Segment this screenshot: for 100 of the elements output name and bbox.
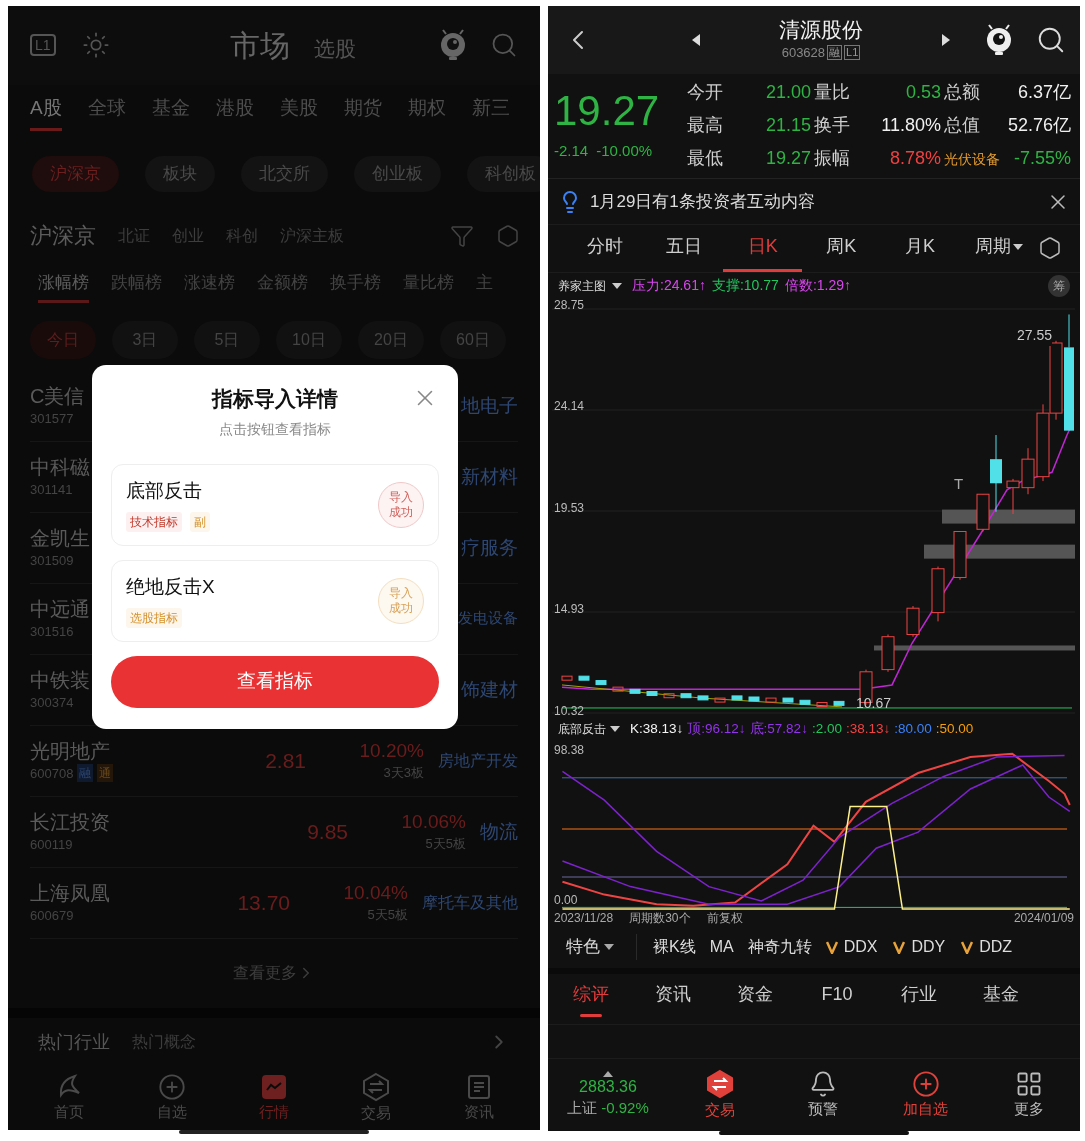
- ranking-tab[interactable]: 金额榜: [257, 270, 308, 303]
- nav-tab[interactable]: 资讯: [438, 1073, 519, 1124]
- market-tab[interactable]: 基金: [151, 93, 190, 132]
- feature-option[interactable]: MA: [709, 934, 734, 959]
- stock-code: 301509: [30, 551, 74, 570]
- industry-link[interactable]: 房地产开发: [438, 748, 518, 773]
- stock-code: 600679: [30, 906, 74, 925]
- indicator-tag: 副: [190, 511, 210, 532]
- market-tab[interactable]: 期货: [343, 93, 382, 132]
- period-chip[interactable]: 今日: [30, 321, 96, 360]
- info-tab[interactable]: 行业: [878, 973, 960, 1025]
- market-tab[interactable]: 新三: [471, 93, 510, 132]
- level-badge[interactable]: L1: [30, 34, 56, 57]
- board-chip[interactable]: 沪深京: [32, 155, 119, 192]
- stock-name[interactable]: 中科磁: [30, 454, 90, 480]
- industry-link[interactable]: 饰建材: [461, 675, 518, 705]
- period-tab[interactable]: 周K: [802, 225, 881, 272]
- indicator-readout: :2.00: [811, 719, 842, 738]
- period-tab[interactable]: 分时: [566, 225, 645, 272]
- main-indicator-selector[interactable]: 养家主图: [558, 276, 606, 295]
- info-tab[interactable]: F10: [796, 973, 878, 1025]
- period-tab[interactable]: 日K: [723, 225, 802, 272]
- stat-label: 最高: [687, 114, 723, 138]
- period-tab[interactable]: 周期: [959, 225, 1039, 272]
- nav-tab[interactable]: 交易: [336, 1072, 417, 1125]
- info-tab[interactable]: 基金: [960, 973, 1042, 1025]
- market-tab[interactable]: A股: [30, 93, 62, 132]
- stock-picker-tab[interactable]: 选股: [313, 33, 356, 68]
- industry-link[interactable]: 物流: [480, 817, 518, 847]
- ranking-tab[interactable]: 涨速榜: [184, 270, 235, 303]
- bottom-action[interactable]: 加自选: [874, 1069, 977, 1121]
- bottom-action[interactable]: 预警: [771, 1069, 874, 1121]
- stock-code: 301141: [30, 480, 73, 499]
- stock-price: 2.81: [264, 748, 306, 775]
- industry-link[interactable]: 发电设备: [458, 607, 518, 630]
- price-axis-label: 19.53: [554, 501, 585, 514]
- stock-name[interactable]: 中铁装: [30, 667, 90, 693]
- ranking-tab[interactable]: 换手榜: [330, 270, 381, 303]
- market-tab[interactable]: 期权: [407, 93, 446, 132]
- price-axis-label: 10.32: [554, 704, 585, 717]
- stock-name[interactable]: 长江投资: [30, 809, 110, 835]
- market-tab[interactable]: 美股: [279, 93, 318, 132]
- period-tab[interactable]: 五日: [644, 225, 724, 272]
- market-tab[interactable]: 港股: [215, 93, 254, 132]
- nav-tab[interactable]: 行情: [233, 1073, 314, 1124]
- ranking-tab[interactable]: 涨幅榜: [38, 270, 89, 303]
- dialog-title: 指标导入详情: [212, 386, 338, 412]
- indicator-readout: K:38.13↓: [630, 719, 684, 738]
- index-ticker[interactable]: 2883.36 上证 -0.92%: [548, 1070, 668, 1120]
- industry-link[interactable]: 摩托车及其他: [422, 890, 518, 915]
- stock-name[interactable]: 光明地产: [30, 738, 114, 764]
- stat-label: 振幅: [814, 147, 850, 171]
- industry-link[interactable]: 新材料: [461, 462, 518, 492]
- chip-distribution-button[interactable]: 筹: [1048, 274, 1070, 297]
- hot-tab[interactable]: 热门行业: [38, 1028, 110, 1056]
- indicator-tag: 选股指标: [126, 607, 182, 628]
- indicator-axis-label: 0.00: [554, 891, 578, 909]
- feature-menu[interactable]: 特色: [566, 934, 637, 960]
- nav-tab[interactable]: 自选: [131, 1073, 212, 1124]
- stock-name[interactable]: 中远通: [30, 596, 90, 622]
- indicator-readout: 压力:24.61↑: [632, 276, 706, 296]
- feature-option[interactable]: 裸K线: [653, 934, 696, 959]
- import-status-stamp: 导入成功: [378, 577, 424, 624]
- nav-tab[interactable]: 首页: [29, 1073, 110, 1124]
- stock-name[interactable]: 金凯生: [30, 525, 90, 551]
- ranking-tab[interactable]: 主: [476, 270, 493, 303]
- stock-code: 600119: [30, 835, 73, 854]
- stock-price: 9.85: [306, 819, 348, 846]
- ranking-tab[interactable]: 跌幅榜: [111, 270, 162, 303]
- stat-value: 21.15: [765, 114, 811, 138]
- indicator-name: 绝地反击X: [126, 575, 216, 600]
- feature-option[interactable]: DDY: [893, 934, 946, 959]
- price-change: -2.14: [554, 140, 589, 161]
- stat-label: 最低: [687, 147, 723, 171]
- indicator-readout: 倍数:1.29↑: [784, 276, 851, 296]
- change-percent: 10.04%: [343, 881, 408, 905]
- start-date: 2023/11/28: [554, 909, 614, 927]
- investor-notice[interactable]: 1月29日有1条投资者互动内容: [590, 188, 1038, 215]
- indicator-name: 底部反击: [126, 479, 203, 504]
- market-tab[interactable]: 全球: [87, 93, 126, 132]
- end-date: 2024/01/09: [1013, 909, 1074, 927]
- view-indicator-button[interactable]: 查看指标: [111, 655, 439, 708]
- stock-name[interactable]: C美信: [30, 383, 85, 409]
- period-tab[interactable]: 月K: [880, 225, 960, 272]
- bottom-action[interactable]: 更多: [977, 1069, 1080, 1121]
- sub-indicator-selector[interactable]: 底部反击: [558, 719, 606, 738]
- industry-link[interactable]: 疗服务: [461, 533, 518, 563]
- feature-option[interactable]: DDX: [825, 934, 878, 959]
- info-tab[interactable]: 综评: [550, 973, 632, 1025]
- stock-name[interactable]: 上海凤凰: [30, 880, 110, 906]
- info-tab[interactable]: 资讯: [632, 973, 714, 1025]
- stat-value: -7.55%: [1013, 147, 1071, 171]
- feature-option[interactable]: DDZ: [961, 934, 1013, 959]
- bottom-action[interactable]: 交易: [668, 1068, 771, 1122]
- stat-value: 8.78%: [889, 147, 941, 171]
- feature-option[interactable]: 神奇九转: [747, 934, 812, 959]
- industry-link[interactable]: 地电子: [461, 391, 518, 421]
- info-tab[interactable]: 资金: [714, 973, 796, 1025]
- stat-label: 总值: [944, 114, 980, 138]
- stock-badge: L1: [844, 45, 861, 61]
